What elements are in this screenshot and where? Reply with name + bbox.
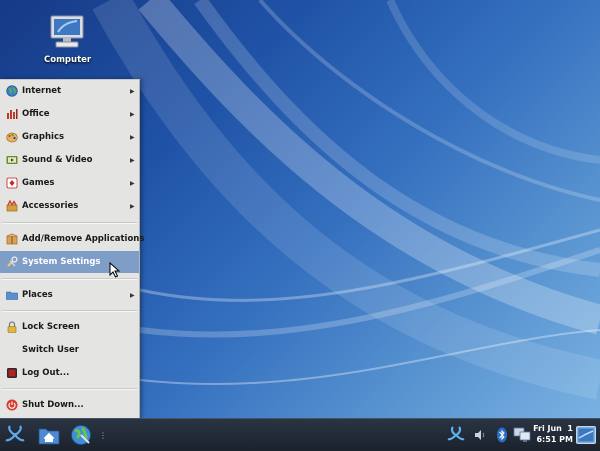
submenu-arrow-icon: ▶: [130, 202, 135, 210]
home-folder-icon: [38, 428, 60, 445]
menu-item-switch-user[interactable]: Switch User: [0, 339, 139, 361]
package-icon: [5, 233, 18, 246]
menu-item-log-out[interactable]: Log Out...: [0, 362, 139, 384]
menu-item-games[interactable]: Games ▶: [0, 172, 139, 194]
media-icon: [5, 154, 18, 167]
distro-logo-icon: [5, 425, 25, 442]
menu-item-label: Office: [22, 109, 50, 119]
network-icon: [513, 427, 531, 442]
submenu-arrow-icon: ▶: [130, 179, 135, 187]
update-icon: [447, 426, 465, 441]
menu-separator: [2, 222, 137, 224]
menu-item-internet[interactable]: Internet ▶: [0, 80, 139, 102]
lock-icon: [5, 321, 18, 334]
menu-item-shut-down[interactable]: Shut Down...: [0, 394, 139, 416]
panel-handle[interactable]: ⋮: [99, 419, 107, 451]
menu-item-accessories[interactable]: Accessories ▶: [0, 195, 139, 217]
bluetooth-tray-button[interactable]: [494, 419, 510, 451]
application-menu: Internet ▶ Office ▶ Graphics ▶ Sound & V…: [0, 79, 144, 419]
menu-item-label: Places: [22, 290, 53, 300]
menu-separator: [2, 388, 137, 390]
bluetooth-icon: [497, 427, 507, 443]
volume-icon: [475, 430, 485, 440]
menu-item-places[interactable]: Places ▶: [0, 284, 139, 306]
menu-item-label: Graphics: [22, 132, 65, 142]
power-icon: [5, 399, 18, 412]
menu-item-label: Switch User: [22, 345, 79, 355]
home-folder-launcher[interactable]: [36, 419, 62, 451]
taskbar: ⋮ Fri Jun 1 6:51 PM: [0, 418, 600, 451]
submenu-arrow-icon: ▶: [130, 133, 135, 141]
mouse-cursor: [109, 262, 121, 278]
browser-icon: [71, 425, 91, 445]
games-icon: [5, 177, 18, 190]
show-desktop-button[interactable]: [574, 419, 598, 451]
menu-item-label: Add/Remove Applications: [22, 234, 145, 244]
office-icon: [5, 108, 18, 121]
menu-item-label: Internet: [22, 86, 62, 96]
network-tray-button[interactable]: [512, 419, 532, 451]
menu-item-label: Games: [22, 178, 55, 188]
settings-icon: [5, 256, 18, 269]
show-desktop-icon: [576, 426, 596, 444]
menu-item-label: Log Out...: [22, 368, 70, 378]
menu-item-office[interactable]: Office ▶: [0, 103, 139, 125]
volume-tray-button[interactable]: [472, 419, 488, 451]
menu-item-label: Accessories: [22, 201, 79, 211]
browser-launcher[interactable]: [68, 419, 94, 451]
menu-item-add-remove-applications[interactable]: Add/Remove Applications: [0, 228, 144, 250]
clock-time: 6:51 PM: [536, 435, 573, 444]
update-tray-button[interactable]: [446, 419, 466, 451]
globe-icon: [5, 85, 18, 98]
menu-item-graphics[interactable]: Graphics ▶: [0, 126, 139, 148]
submenu-arrow-icon: ▶: [130, 156, 135, 164]
clock-date: Fri Jun 1: [533, 424, 573, 433]
clock[interactable]: Fri Jun 1 6:51 PM: [533, 423, 573, 445]
submenu-arrow-icon: ▶: [130, 87, 135, 95]
graphics-icon: [5, 131, 18, 144]
submenu-arrow-icon: ▶: [130, 110, 135, 118]
menu-item-lock-screen[interactable]: Lock Screen: [0, 316, 139, 338]
desktop-icon-computer[interactable]: Computer: [44, 14, 92, 65]
menu-item-label: System Settings: [22, 257, 101, 267]
folder-icon: [5, 289, 18, 302]
menu-item-label: Shut Down...: [22, 400, 84, 410]
menu-separator: [2, 278, 137, 280]
accessories-icon: [5, 200, 18, 213]
menu-separator: [2, 310, 137, 312]
computer-icon: [50, 15, 84, 48]
menu-item-label: Lock Screen: [22, 322, 80, 332]
desktop-icon-label: Computer: [44, 55, 92, 65]
menu-item-sound-video[interactable]: Sound & Video ▶: [0, 149, 139, 171]
logout-icon: [5, 367, 18, 380]
menu-item-label: Sound & Video: [22, 155, 93, 165]
submenu-arrow-icon: ▶: [130, 291, 135, 299]
start-menu-button[interactable]: [2, 419, 28, 451]
